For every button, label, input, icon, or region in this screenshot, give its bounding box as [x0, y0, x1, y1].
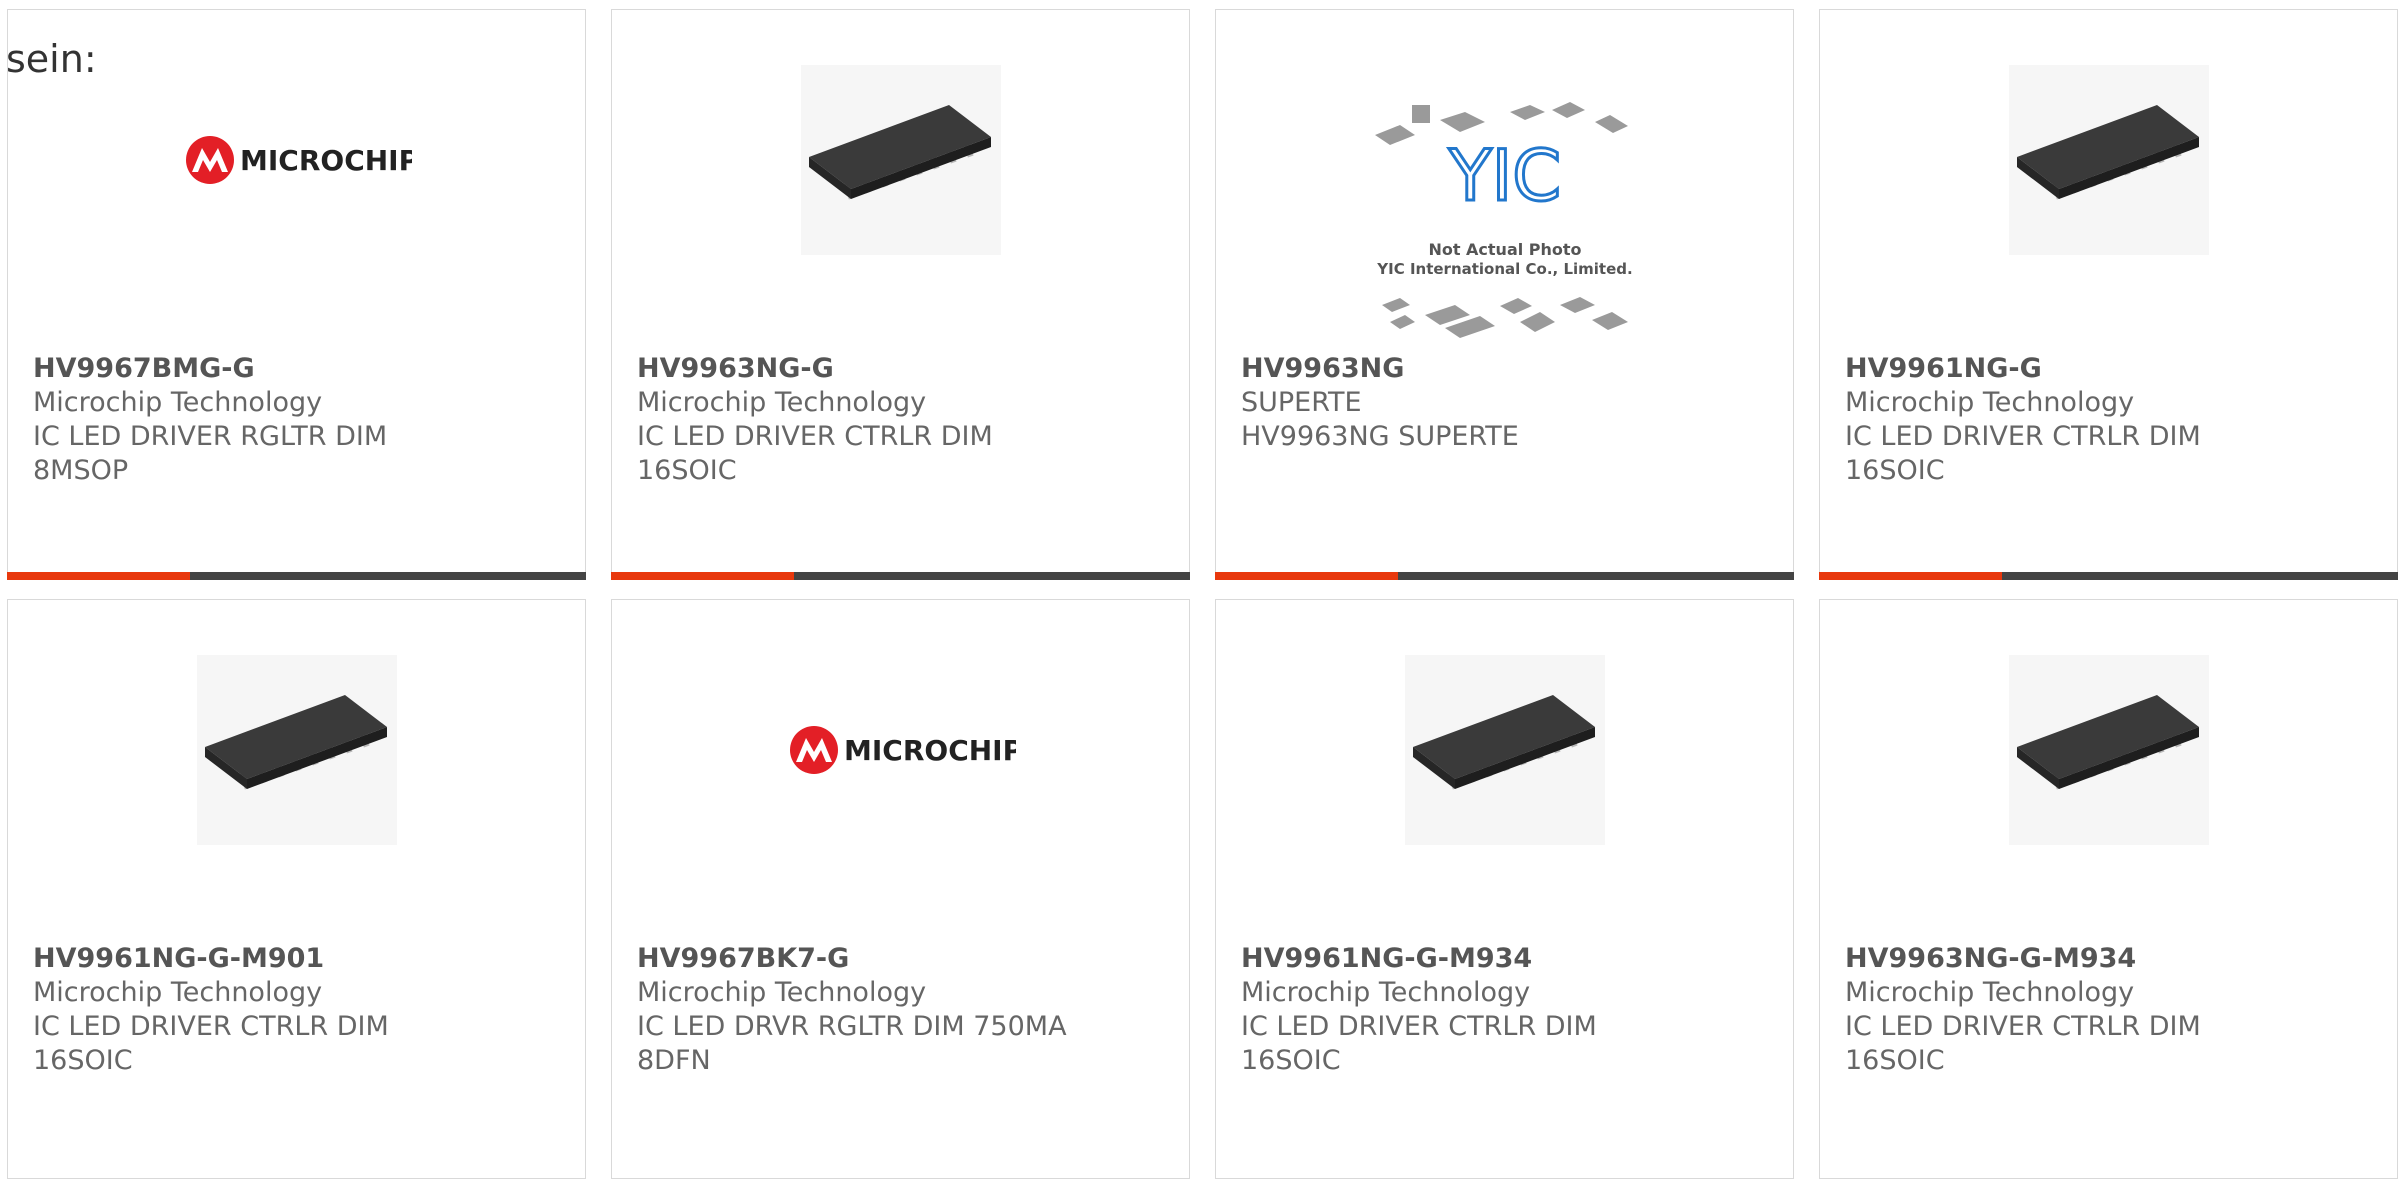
description: IC LED DRVR RGLTR DIM 750MA	[637, 1011, 1067, 1042]
product-image	[1820, 60, 2397, 260]
product-card[interactable]: HV9961NG-G Microchip Technology IC LED D…	[1819, 9, 2398, 580]
part-number[interactable]: HV9961NG-G-M934	[1241, 942, 1773, 976]
part-number[interactable]: HV9967BK7-G	[637, 942, 1169, 976]
description: HV9963NG SUPERTE	[1241, 421, 1519, 452]
manufacturer: Microchip Technology	[1845, 387, 2135, 418]
soic-chip-icon	[196, 655, 397, 845]
microchip-logo-icon: MICROCHIP	[789, 726, 1016, 774]
part-number[interactable]: HV9963NG-G-M934	[1845, 942, 2377, 976]
soic-chip-icon	[2008, 65, 2209, 255]
manufacturer: Microchip Technology	[33, 387, 323, 418]
part-number[interactable]: HV9961NG-G-M901	[33, 942, 565, 976]
manufacturer: SUPERTE	[1241, 387, 1362, 418]
product-image: MICROCHIP	[8, 60, 585, 260]
product-image	[8, 650, 585, 850]
part-number[interactable]: HV9963NG-G	[637, 352, 1169, 386]
description: IC LED DRIVER CTRLR DIM	[637, 421, 993, 452]
product-image: MICROCHIP	[612, 650, 1189, 850]
package: 16SOIC	[1845, 455, 1945, 486]
product-card[interactable]: MICROCHIP HV9967BMG-G Microchip Technolo…	[7, 9, 586, 580]
product-card[interactable]: HV9961NG-G-M901 Microchip Technology IC …	[7, 599, 586, 1179]
manufacturer: Microchip Technology	[33, 977, 323, 1008]
product-card[interactable]: MICROCHIP HV9967BK7-G Microchip Technolo…	[611, 599, 1190, 1179]
description: IC LED DRIVER CTRLR DIM	[33, 1011, 389, 1042]
package: 16SOIC	[637, 455, 737, 486]
yic-placeholder-icon: YIC Not Actual Photo YIC International C…	[1374, 102, 1632, 338]
card-bar-accent	[611, 572, 794, 580]
product-image	[612, 60, 1189, 260]
manufacturer: Microchip Technology	[637, 387, 927, 418]
part-number[interactable]: HV9967BMG-G	[33, 352, 565, 386]
product-image	[1820, 650, 2397, 850]
product-image: YIC Not Actual Photo YIC International C…	[1216, 100, 1793, 350]
description: IC LED DRIVER CTRLR DIM	[1845, 1011, 2201, 1042]
microchip-logo-text: MICROCHIP	[240, 144, 412, 177]
microchip-logo-icon: MICROCHIP	[185, 136, 412, 184]
part-number[interactable]: HV9961NG-G	[1845, 352, 2377, 386]
card-bar	[7, 572, 586, 580]
description: IC LED DRIVER CTRLR DIM	[1845, 421, 2201, 452]
card-bar	[1215, 572, 1794, 580]
manufacturer: Microchip Technology	[1241, 977, 1531, 1008]
card-bar-accent	[7, 572, 190, 580]
package: 16SOIC	[33, 1045, 133, 1076]
soic-chip-icon	[1404, 655, 1605, 845]
lead-text: sein:	[6, 37, 97, 81]
description: IC LED DRIVER RGLTR DIM	[33, 421, 388, 452]
card-bar-accent	[1819, 572, 2002, 580]
card-bar	[611, 572, 1190, 580]
part-number[interactable]: HV9963NG	[1241, 352, 1773, 386]
card-bar	[1819, 572, 2398, 580]
package: 8MSOP	[33, 455, 129, 486]
manufacturer: Microchip Technology	[1845, 977, 2135, 1008]
yic-company-text: YIC International Co., Limited.	[1376, 260, 1632, 278]
soic-chip-icon	[800, 65, 1001, 255]
soic-chip-icon	[2008, 655, 2209, 845]
package: 16SOIC	[1241, 1045, 1341, 1076]
product-card[interactable]: HV9963NG-G-M934 Microchip Technology IC …	[1819, 599, 2398, 1179]
product-card[interactable]: YIC Not Actual Photo YIC International C…	[1215, 9, 1794, 580]
microchip-logo-text: MICROCHIP	[844, 734, 1016, 767]
product-card[interactable]: HV9963NG-G Microchip Technology IC LED D…	[611, 9, 1190, 580]
card-bar-accent	[1215, 572, 1398, 580]
description: IC LED DRIVER CTRLR DIM	[1241, 1011, 1597, 1042]
manufacturer: Microchip Technology	[637, 977, 927, 1008]
product-image	[1216, 650, 1793, 850]
product-card[interactable]: HV9961NG-G-M934 Microchip Technology IC …	[1215, 599, 1794, 1179]
package: 8DFN	[637, 1045, 711, 1076]
yic-logo: YIC	[1447, 135, 1560, 217]
package: 16SOIC	[1845, 1045, 1945, 1076]
not-actual-photo-text: Not Actual Photo	[1428, 240, 1581, 259]
